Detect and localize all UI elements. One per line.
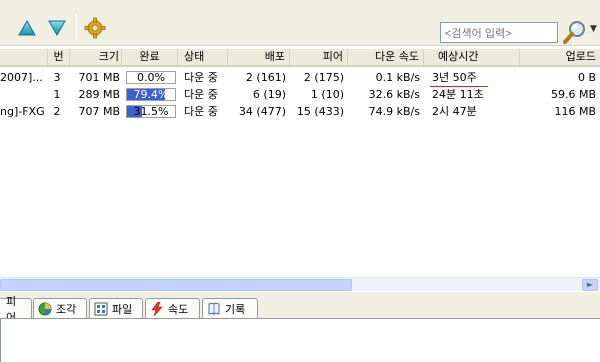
down-speed-value: 74.9 kB/s [368,105,420,118]
scrollbar-thumb[interactable] [0,279,352,291]
torrent-name: ng]-FXG [0,105,45,118]
peers-value: 2 (175) [303,71,344,84]
column-size[interactable]: 크기 [70,49,122,65]
size-value: 701 MB [78,71,120,84]
toolbar: ▼ [0,0,600,46]
column-upload[interactable]: 업로드 [520,49,600,65]
column-done[interactable]: 완료 [122,49,178,65]
seeds-value: 6 (19) [252,88,286,101]
detail-panel [0,319,600,362]
down-speed-value: 0.1 kB/s [375,71,420,84]
status-text: 다운 중 [184,105,218,118]
table-row[interactable]: ng]-FXG 2 707 MB 31.5% 다운 중 34 (477) 15 … [0,103,600,120]
toolbar-separator [76,14,77,40]
column-name[interactable] [0,49,48,65]
column-peers[interactable]: 피어 [290,49,348,65]
move-up-button[interactable] [16,17,38,39]
speed-icon [149,301,165,317]
column-seeds[interactable]: 배포 [228,49,290,65]
search-button[interactable] [562,19,588,45]
scroll-right-button[interactable]: ► [582,279,598,291]
magnifier-icon [563,21,585,44]
queue-number: 2 [53,105,61,118]
seeds-value: 34 (477) [238,105,286,118]
progress-text: 31.5% [133,105,169,118]
table-row[interactable]: 1 289 MB 79.4% 다운 중 6 (19) 1 (10) 32.6 k… [0,86,600,103]
torrent-name [0,86,46,103]
column-eta[interactable]: 예상시간 [424,49,520,65]
tab-files[interactable]: 파일 [89,298,143,319]
tab-peers[interactable]: 피어 [0,295,32,324]
table-row[interactable]: 2007]... 3 701 MB 0.0% 다운 중 2 (161) 2 (1… [0,69,600,86]
tab-pieces[interactable]: 조각 [33,298,87,319]
column-num[interactable]: 번 [48,49,70,65]
column-status[interactable]: 상태 [178,49,228,65]
pieces-icon [37,301,53,317]
peers-value: 1 (10) [310,88,344,101]
tab-label: 파일 [112,303,133,316]
tab-label: 조각 [56,303,77,316]
status-text: 다운 중 [184,88,218,101]
tab-log[interactable]: 기록 [202,298,258,319]
size-value: 707 MB [78,105,120,118]
upload-value: 116 MB [554,105,596,118]
list-header: 번 크기 완료 상태 배포 피어 다운 속도 예상시간 업로드 [0,49,600,67]
gear-icon [84,17,106,39]
eta-value: 2시 47분 [432,105,477,118]
log-icon [206,301,222,317]
chevron-down-icon[interactable]: ▼ [590,24,597,34]
upload-value: 0 B [577,71,596,84]
progress-bar: 79.4% [126,88,176,101]
horizontal-scrollbar[interactable]: ► [0,277,600,291]
torrent-name: 2007]... [0,71,43,84]
progress-bar: 0.0% [126,71,176,84]
progress-bar: 31.5% [126,105,176,118]
arrow-up-icon [18,20,36,36]
tab-label: 기록 [225,303,246,316]
arrow-down-icon [48,20,66,36]
down-speed-value: 32.6 kB/s [368,88,420,101]
queue-number: 3 [53,71,61,84]
files-icon [93,301,109,317]
tab-label: 속도 [168,303,189,316]
settings-button[interactable] [84,17,106,39]
progress-text: 79.4% [133,88,169,101]
tab-speed[interactable]: 속도 [145,298,200,319]
peers-value: 15 (433) [296,105,344,118]
chevron-right-icon: ► [586,280,594,289]
search-input[interactable] [440,22,558,43]
size-value: 289 MB [78,88,120,101]
move-down-button[interactable] [46,17,68,39]
queue-number: 1 [53,88,61,101]
progress-text: 0.0% [137,71,165,84]
status-text: 다운 중 [184,71,218,84]
column-down-speed[interactable]: 다운 속도 [348,49,424,65]
seeds-value: 2 (161) [245,71,286,84]
eta-value: 3년 50주 [432,71,477,84]
eta-value: 24분 11초 [432,88,484,101]
upload-value: 59.6 MB [550,88,596,101]
